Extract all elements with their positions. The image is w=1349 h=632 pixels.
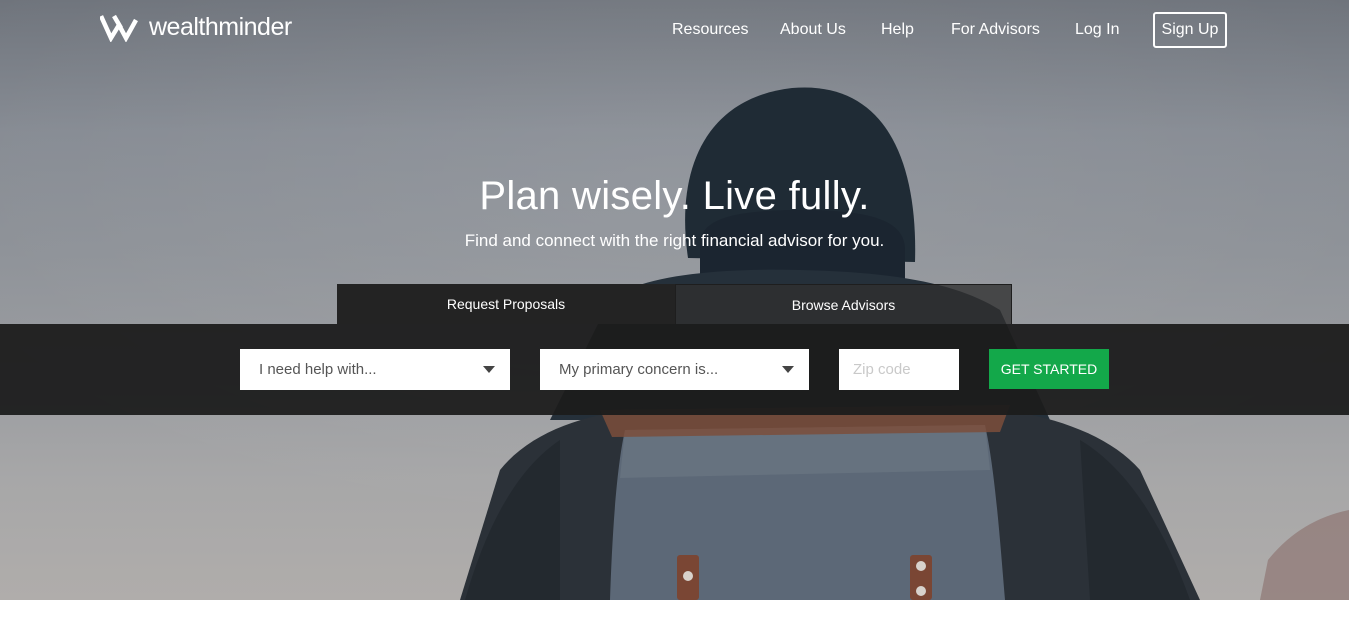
help-topic-select-value: I need help with...	[259, 361, 377, 378]
wealthminder-logo-icon	[100, 14, 138, 42]
brand-logo[interactable]: wealthminder	[100, 12, 292, 42]
primary-concern-select[interactable]: My primary concern is...	[540, 349, 809, 390]
hero-headline: Plan wisely. Live fully.	[479, 174, 870, 218]
nav-about-us[interactable]: About Us	[780, 20, 846, 40]
nav-help[interactable]: Help	[881, 20, 914, 40]
caret-down-icon	[782, 366, 794, 373]
help-topic-select[interactable]: I need help with...	[240, 349, 510, 390]
tab-request-proposals[interactable]: Request Proposals	[337, 284, 675, 324]
zip-code-input[interactable]	[839, 349, 959, 390]
page-bottom-area	[0, 600, 1349, 632]
caret-down-icon	[483, 366, 495, 373]
hero-section: wealthminder Resources About Us Help For…	[0, 0, 1349, 600]
advisor-search-bar: I need help with... My primary concern i…	[0, 324, 1349, 415]
get-started-button[interactable]: GET STARTED	[989, 349, 1109, 389]
brand-name: wealthminder	[149, 13, 292, 41]
tab-browse-advisors[interactable]: Browse Advisors	[675, 284, 1012, 324]
nav-for-advisors[interactable]: For Advisors	[951, 20, 1040, 40]
sign-up-button[interactable]: Sign Up	[1153, 12, 1227, 48]
primary-concern-select-value: My primary concern is...	[559, 361, 719, 378]
nav-resources[interactable]: Resources	[672, 20, 748, 40]
hero-subheadline: Find and connect with the right financia…	[464, 231, 885, 250]
nav-log-in[interactable]: Log In	[1075, 20, 1119, 40]
